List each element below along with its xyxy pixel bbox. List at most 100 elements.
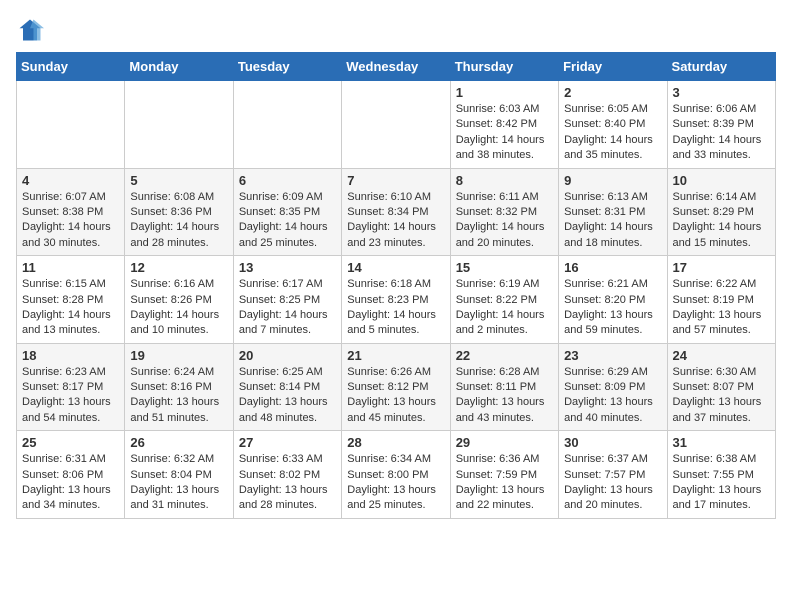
- calendar-cell: [17, 81, 125, 169]
- calendar-cell: 14 Sunrise: 6:18 AM Sunset: 8:23 PM Dayli…: [342, 256, 450, 344]
- day-info: Sunrise: 6:25 AM Sunset: 8:14 PM Dayligh…: [239, 365, 336, 427]
- day-number: 19: [130, 348, 227, 363]
- day-info: Sunrise: 6:23 AM Sunset: 8:17 PM Dayligh…: [22, 365, 119, 427]
- calendar-cell: 9 Sunrise: 6:13 AM Sunset: 8:31 PM Daylig…: [559, 168, 667, 256]
- calendar-cell: 16 Sunrise: 6:21 AM Sunset: 8:20 PM Dayli…: [559, 256, 667, 344]
- calendar-cell: [233, 81, 341, 169]
- day-number: 14: [347, 260, 444, 275]
- day-number: 9: [564, 173, 661, 188]
- day-info: Sunrise: 6:29 AM Sunset: 8:09 PM Dayligh…: [564, 365, 661, 427]
- weekday-header-monday: Monday: [125, 53, 233, 81]
- calendar-cell: 21 Sunrise: 6:26 AM Sunset: 8:12 PM Dayli…: [342, 343, 450, 431]
- day-number: 31: [673, 435, 770, 450]
- day-number: 20: [239, 348, 336, 363]
- day-info: Sunrise: 6:32 AM Sunset: 8:04 PM Dayligh…: [130, 452, 227, 514]
- day-number: 29: [456, 435, 553, 450]
- day-info: Sunrise: 6:09 AM Sunset: 8:35 PM Dayligh…: [239, 190, 336, 252]
- day-number: 4: [22, 173, 119, 188]
- calendar-cell: 12Sunrise: 6:16 AM Sunset: 8:26 PM Dayli…: [125, 256, 233, 344]
- day-number: 26: [130, 435, 227, 450]
- week-row-5: 25 Sunrise: 6:31 AM Sunset: 8:06 PM Dayli…: [17, 431, 776, 519]
- day-info: Sunrise: 6:13 AM Sunset: 8:31 PM Dayligh…: [564, 190, 661, 252]
- day-number: 13: [239, 260, 336, 275]
- calendar-cell: 11 Sunrise: 6:15 AM Sunset: 8:28 PM Dayli…: [17, 256, 125, 344]
- day-number: 8: [456, 173, 553, 188]
- day-info: Sunrise: 6:36 AM Sunset: 7:59 PM Dayligh…: [456, 452, 553, 514]
- calendar-cell: 19Sunrise: 6:24 AM Sunset: 8:16 PM Dayli…: [125, 343, 233, 431]
- day-number: 7: [347, 173, 444, 188]
- day-info: Sunrise: 6:38 AM Sunset: 7:55 PM Dayligh…: [673, 452, 770, 514]
- day-info: Sunrise: 6:08 AM Sunset: 8:36 PM Dayligh…: [130, 190, 227, 252]
- day-info: Sunrise: 6:05 AM Sunset: 8:40 PM Dayligh…: [564, 102, 661, 164]
- day-info: Sunrise: 6:07 AM Sunset: 8:38 PM Dayligh…: [22, 190, 119, 252]
- day-number: 11: [22, 260, 119, 275]
- day-number: 21: [347, 348, 444, 363]
- day-number: 27: [239, 435, 336, 450]
- weekday-header-thursday: Thursday: [450, 53, 558, 81]
- day-number: 3: [673, 85, 770, 100]
- calendar-cell: 24Sunrise: 6:30 AM Sunset: 8:07 PM Dayli…: [667, 343, 775, 431]
- calendar-cell: 5 Sunrise: 6:08 AM Sunset: 8:36 PM Daylig…: [125, 168, 233, 256]
- calendar-cell: [342, 81, 450, 169]
- day-info: Sunrise: 6:19 AM Sunset: 8:22 PM Dayligh…: [456, 277, 553, 339]
- calendar-cell: 25 Sunrise: 6:31 AM Sunset: 8:06 PM Dayli…: [17, 431, 125, 519]
- day-number: 25: [22, 435, 119, 450]
- day-number: 1: [456, 85, 553, 100]
- day-number: 17: [673, 260, 770, 275]
- calendar-cell: 8 Sunrise: 6:11 AM Sunset: 8:32 PM Daylig…: [450, 168, 558, 256]
- day-info: Sunrise: 6:06 AM Sunset: 8:39 PM Dayligh…: [673, 102, 770, 164]
- calendar-cell: 28 Sunrise: 6:34 AM Sunset: 8:00 PM Dayli…: [342, 431, 450, 519]
- calendar-cell: 30Sunrise: 6:37 AM Sunset: 7:57 PM Dayli…: [559, 431, 667, 519]
- calendar-cell: 26 Sunrise: 6:32 AM Sunset: 8:04 PM Dayli…: [125, 431, 233, 519]
- calendar-cell: 7Sunrise: 6:10 AM Sunset: 8:34 PM Daylig…: [342, 168, 450, 256]
- day-info: Sunrise: 6:17 AM Sunset: 8:25 PM Dayligh…: [239, 277, 336, 339]
- logo: [16, 16, 44, 44]
- day-number: 22: [456, 348, 553, 363]
- day-number: 24: [673, 348, 770, 363]
- day-info: Sunrise: 6:37 AM Sunset: 7:57 PM Dayligh…: [564, 452, 661, 514]
- logo-icon: [16, 16, 44, 44]
- day-number: 28: [347, 435, 444, 450]
- calendar-cell: 29 Sunrise: 6:36 AM Sunset: 7:59 PM Dayli…: [450, 431, 558, 519]
- day-number: 2: [564, 85, 661, 100]
- day-number: 16: [564, 260, 661, 275]
- calendar-cell: 23 Sunrise: 6:29 AM Sunset: 8:09 PM Dayli…: [559, 343, 667, 431]
- calendar-cell: 15Sunrise: 6:19 AM Sunset: 8:22 PM Dayli…: [450, 256, 558, 344]
- day-info: Sunrise: 6:34 AM Sunset: 8:00 PM Dayligh…: [347, 452, 444, 514]
- day-number: 12: [130, 260, 227, 275]
- week-row-4: 18 Sunrise: 6:23 AM Sunset: 8:17 PM Dayli…: [17, 343, 776, 431]
- weekday-header-sunday: Sunday: [17, 53, 125, 81]
- calendar-cell: 2 Sunrise: 6:05 AM Sunset: 8:40 PM Daylig…: [559, 81, 667, 169]
- calendar-cell: 27 Sunrise: 6:33 AM Sunset: 8:02 PM Dayli…: [233, 431, 341, 519]
- day-info: Sunrise: 6:18 AM Sunset: 8:23 PM Dayligh…: [347, 277, 444, 339]
- weekday-header-wednesday: Wednesday: [342, 53, 450, 81]
- calendar-cell: 22Sunrise: 6:28 AM Sunset: 8:11 PM Dayli…: [450, 343, 558, 431]
- page-header: [16, 16, 776, 44]
- day-info: Sunrise: 6:21 AM Sunset: 8:20 PM Dayligh…: [564, 277, 661, 339]
- day-info: Sunrise: 6:26 AM Sunset: 8:12 PM Dayligh…: [347, 365, 444, 427]
- calendar-table: SundayMondayTuesdayWednesdayThursdayFrid…: [16, 52, 776, 519]
- day-info: Sunrise: 6:14 AM Sunset: 8:29 PM Dayligh…: [673, 190, 770, 252]
- calendar-cell: 6 Sunrise: 6:09 AM Sunset: 8:35 PM Daylig…: [233, 168, 341, 256]
- day-info: Sunrise: 6:22 AM Sunset: 8:19 PM Dayligh…: [673, 277, 770, 339]
- week-row-2: 4 Sunrise: 6:07 AM Sunset: 8:38 PM Daylig…: [17, 168, 776, 256]
- calendar-cell: 31 Sunrise: 6:38 AM Sunset: 7:55 PM Dayli…: [667, 431, 775, 519]
- day-info: Sunrise: 6:03 AM Sunset: 8:42 PM Dayligh…: [456, 102, 553, 164]
- day-number: 6: [239, 173, 336, 188]
- day-info: Sunrise: 6:15 AM Sunset: 8:28 PM Dayligh…: [22, 277, 119, 339]
- day-info: Sunrise: 6:33 AM Sunset: 8:02 PM Dayligh…: [239, 452, 336, 514]
- day-info: Sunrise: 6:11 AM Sunset: 8:32 PM Dayligh…: [456, 190, 553, 252]
- calendar-cell: 20 Sunrise: 6:25 AM Sunset: 8:14 PM Dayli…: [233, 343, 341, 431]
- day-number: 18: [22, 348, 119, 363]
- calendar-body: 1 Sunrise: 6:03 AM Sunset: 8:42 PM Daylig…: [17, 81, 776, 519]
- weekday-header-saturday: Saturday: [667, 53, 775, 81]
- day-info: Sunrise: 6:31 AM Sunset: 8:06 PM Dayligh…: [22, 452, 119, 514]
- calendar-cell: 18 Sunrise: 6:23 AM Sunset: 8:17 PM Dayli…: [17, 343, 125, 431]
- day-number: 23: [564, 348, 661, 363]
- day-number: 5: [130, 173, 227, 188]
- calendar-cell: 13 Sunrise: 6:17 AM Sunset: 8:25 PM Dayli…: [233, 256, 341, 344]
- calendar-cell: 3 Sunrise: 6:06 AM Sunset: 8:39 PM Daylig…: [667, 81, 775, 169]
- weekday-header-tuesday: Tuesday: [233, 53, 341, 81]
- calendar-cell: [125, 81, 233, 169]
- weekday-header-row: SundayMondayTuesdayWednesdayThursdayFrid…: [17, 53, 776, 81]
